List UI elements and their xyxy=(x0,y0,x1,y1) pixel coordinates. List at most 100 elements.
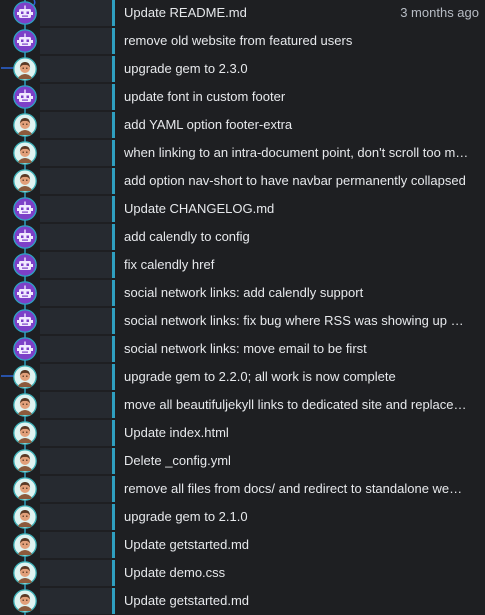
commit-message: Update getstarted.md xyxy=(124,537,250,552)
commit-branch-bar xyxy=(112,224,115,250)
robot-avatar-icon xyxy=(13,337,37,361)
commit-row[interactable]: Update CHANGELOG.md xyxy=(0,195,485,223)
graph-row-band xyxy=(40,392,112,418)
commit-branch-bar xyxy=(112,560,115,586)
commit-message: add option nav-short to have navbar perm… xyxy=(124,173,466,188)
commit-message: upgrade gem to 2.3.0 xyxy=(124,61,248,76)
robot-avatar-icon xyxy=(13,29,37,53)
graph-row-band xyxy=(40,84,112,110)
commit-message: add calendly to config xyxy=(124,229,250,244)
robot-avatar-icon xyxy=(13,309,37,333)
commit-message: remove old website from featured users xyxy=(124,33,353,48)
commit-message: when linking to an intra-document point,… xyxy=(124,145,469,160)
commit-row[interactable]: add calendly to config xyxy=(0,223,485,251)
commit-branch-bar xyxy=(112,196,115,222)
person-avatar-icon xyxy=(13,505,37,529)
commit-row[interactable]: remove old website from featured users xyxy=(0,27,485,55)
commit-branch-bar xyxy=(112,308,115,334)
person-avatar-icon xyxy=(13,57,37,81)
commit-row[interactable]: upgrade gem to 2.1.0 xyxy=(0,503,485,531)
commit-branch-bar xyxy=(112,476,115,502)
commit-branch-bar xyxy=(112,504,115,530)
graph-row-band xyxy=(40,224,112,250)
person-avatar-icon xyxy=(13,533,37,557)
commit-message: Update README.md xyxy=(124,5,247,20)
commit-message: social network links: fix bug where RSS … xyxy=(124,313,469,328)
graph-row-band xyxy=(40,588,112,614)
commit-branch-bar xyxy=(112,364,115,390)
graph-row-band xyxy=(40,28,112,54)
commit-row[interactable]: add YAML option footer-extra xyxy=(0,111,485,139)
commit-message: fix calendly href xyxy=(124,257,215,272)
person-avatar-icon xyxy=(13,449,37,473)
commit-row[interactable]: social network links: move email to be f… xyxy=(0,335,485,363)
commit-branch-bar xyxy=(112,0,115,26)
commit-branch-bar xyxy=(112,112,115,138)
commit-branch-bar xyxy=(112,84,115,110)
commit-message: upgrade gem to 2.1.0 xyxy=(124,509,248,524)
commit-row[interactable]: move all beautifuljekyll links to dedica… xyxy=(0,391,485,419)
commit-message: Update CHANGELOG.md xyxy=(124,201,275,216)
commit-row[interactable]: Update demo.css xyxy=(0,559,485,587)
commit-branch-bar xyxy=(112,280,115,306)
commit-branch-bar xyxy=(112,588,115,614)
commit-message: remove all files from docs/ and redirect… xyxy=(124,481,469,496)
graph-row-band xyxy=(40,252,112,278)
commit-row[interactable]: update font in custom footer xyxy=(0,83,485,111)
graph-row-band xyxy=(40,168,112,194)
commit-row[interactable]: Update README.md 3 months ago xyxy=(0,0,485,27)
commit-row[interactable]: social network links: fix bug where RSS … xyxy=(0,307,485,335)
person-avatar-icon xyxy=(13,589,37,613)
commit-message: update font in custom footer xyxy=(124,89,286,104)
commit-branch-bar xyxy=(112,420,115,446)
commit-branch-bar xyxy=(112,532,115,558)
commit-row[interactable]: add option nav-short to have navbar perm… xyxy=(0,167,485,195)
commit-row[interactable]: upgrade gem to 2.3.0 xyxy=(0,55,485,83)
graph-row-band xyxy=(40,112,112,138)
graph-row-band xyxy=(40,448,112,474)
commit-row[interactable]: fix calendly href xyxy=(0,251,485,279)
person-avatar-icon xyxy=(13,393,37,417)
commit-message: Delete _config.yml xyxy=(124,453,231,468)
commit-date: 3 months ago xyxy=(400,5,479,20)
commit-history: Update README.md 3 months ago remove old w… xyxy=(0,0,485,615)
commit-row[interactable]: social network links: add calendly suppo… xyxy=(0,279,485,307)
commit-row[interactable]: Update getstarted.md xyxy=(0,531,485,559)
robot-avatar-icon xyxy=(13,197,37,221)
graph-row-band xyxy=(40,56,112,82)
graph-row-band xyxy=(40,560,112,586)
commit-branch-bar xyxy=(112,28,115,54)
person-avatar-icon xyxy=(13,421,37,445)
commit-branch-bar xyxy=(112,168,115,194)
person-avatar-icon xyxy=(13,113,37,137)
commit-message: social network links: move email to be f… xyxy=(124,341,367,356)
person-avatar-icon xyxy=(13,141,37,165)
commit-row[interactable]: Update index.html xyxy=(0,419,485,447)
graph-row-band xyxy=(40,140,112,166)
commit-branch-bar xyxy=(112,252,115,278)
graph-row-band xyxy=(40,420,112,446)
graph-row-band xyxy=(40,0,112,26)
person-avatar-icon xyxy=(13,477,37,501)
graph-row-band xyxy=(40,280,112,306)
commit-message: social network links: add calendly suppo… xyxy=(124,285,364,300)
commit-message: Update getstarted.md xyxy=(124,593,250,608)
commit-branch-bar xyxy=(112,392,115,418)
person-avatar-icon xyxy=(13,561,37,585)
commit-branch-bar xyxy=(112,448,115,474)
commit-message: Update demo.css xyxy=(124,565,226,580)
commit-row[interactable]: remove all files from docs/ and redirect… xyxy=(0,475,485,503)
graph-row-band xyxy=(40,532,112,558)
commit-message: add YAML option footer-extra xyxy=(124,117,293,132)
robot-avatar-icon xyxy=(13,253,37,277)
graph-row-band xyxy=(40,336,112,362)
commit-row[interactable]: Delete _config.yml xyxy=(0,447,485,475)
commit-message: Update index.html xyxy=(124,425,229,440)
commit-branch-bar xyxy=(112,336,115,362)
person-avatar-icon xyxy=(13,365,37,389)
robot-avatar-icon xyxy=(13,85,37,109)
commit-row[interactable]: upgrade gem to 2.2.0; all work is now co… xyxy=(0,363,485,391)
graph-row-band xyxy=(40,504,112,530)
commit-row[interactable]: Update getstarted.md xyxy=(0,587,485,615)
commit-row[interactable]: when linking to an intra-document point,… xyxy=(0,139,485,167)
